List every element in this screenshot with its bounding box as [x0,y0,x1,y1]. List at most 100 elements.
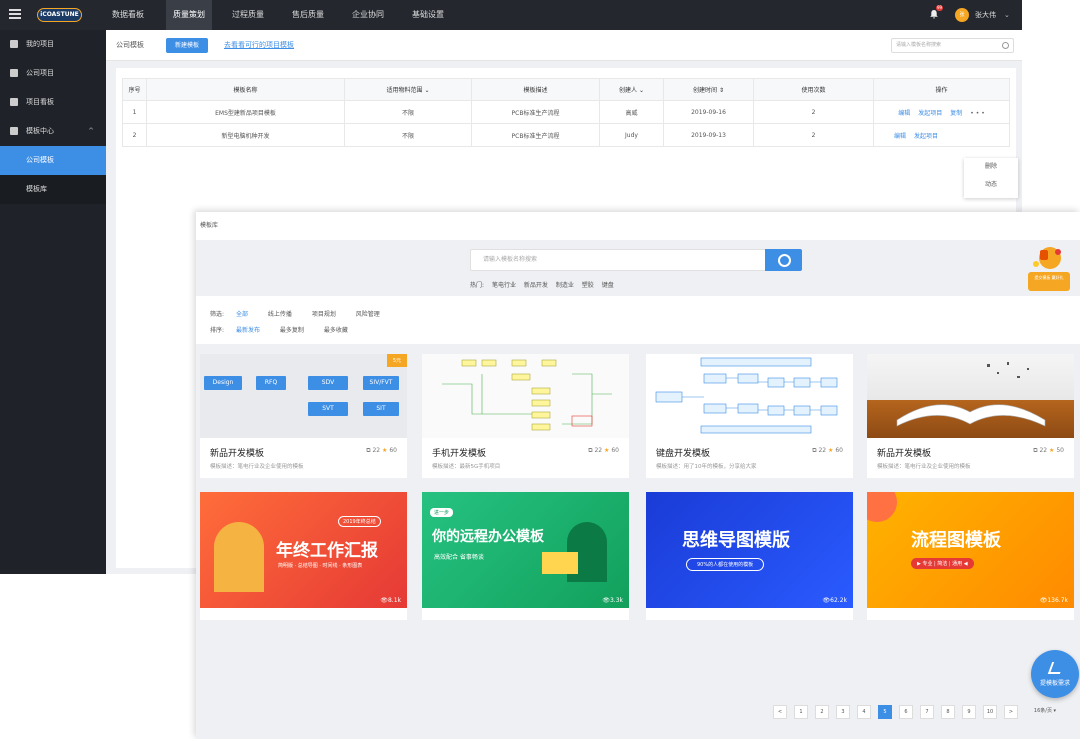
sidebar-item-label: 公司项目 [26,69,54,77]
page-button[interactable]: 8 [941,705,955,719]
next-page-button[interactable]: > [1004,705,1018,719]
sidebar-item-company-templates[interactable]: 公司模板 [0,146,106,175]
nav-basic-settings[interactable]: 基础设置 [412,0,448,30]
sidebar-item-label: 模板中心 [26,127,54,135]
page-button[interactable]: 9 [962,705,976,719]
template-banner[interactable]: 进一步 你的远程办公模板 高效配合 省事畅谈 👁3.3k [422,492,629,620]
banner-image: 思维导图模版 90%的人都在使用的模板 👁62.2k [646,492,853,608]
flowchart-image [655,357,838,434]
hot-tag[interactable]: 键盘 [602,282,614,289]
sidebar-item-label: 项目看板 [26,98,54,106]
hot-tag[interactable]: 笔电行业 [492,282,516,289]
banner-tag: 进一步 [430,508,454,517]
page-button[interactable]: 1 [794,705,808,719]
nav-aftersales-quality[interactable]: 售后质量 [292,0,328,30]
launch-link[interactable]: 发起项目 [914,133,938,140]
view-templates-link[interactable]: 去看看可行的项目模板 [224,30,294,61]
template-card[interactable]: 手机开发模板 ⧉ 22 ★ 60 模板描述：最新5G手机项目 [422,354,629,478]
more-menu: 删除 动态 [964,158,1018,198]
page-button[interactable]: 2 [815,705,829,719]
copy-link[interactable]: 复制 [950,110,962,117]
flow-node: SVT [308,402,348,416]
edit-link[interactable]: 编辑 [894,133,906,140]
decor-circle [867,492,897,522]
page-button[interactable]: 3 [836,705,850,719]
nav-enterprise-collab[interactable]: 企业协同 [352,0,388,30]
library-search-input[interactable]: 请输入模板名称搜索 [470,249,766,271]
menu-icon[interactable] [9,9,21,19]
price-tag: 5元 [386,354,407,367]
search-input[interactable]: 请输入模板名称搜索 [891,38,1014,53]
launch-link[interactable]: 发起项目 [918,110,942,117]
hot-tag[interactable]: 塑胶 [582,282,594,289]
hot-tag[interactable]: 新品开发 [524,282,548,289]
template-banner[interactable]: 思维导图模版 90%的人都在使用的模板 👁62.2k [646,492,853,620]
page-button-current[interactable]: 5 [878,705,892,719]
filter-option[interactable]: 项目规划 [312,309,336,318]
board-icon [10,98,18,106]
nav-quality-planning[interactable]: 质量策划 [166,0,212,30]
card-desc: 模板描述：用了10年的模板，分享给大家 [656,464,757,470]
cell: 高威 [599,100,664,124]
flow-node: SIV/FVT [363,376,399,390]
chevron-down-icon[interactable]: ⌄ [1004,0,1010,30]
page-button[interactable]: 4 [857,705,871,719]
template-banner[interactable]: 年终工作汇报 2019年终总结 简明版 · 总结导图 · 时间线 · 条形图表 … [200,492,407,620]
col-header[interactable]: 创建人 ⌄ [599,78,664,101]
card-stats: ⧉ 22 ★ 60 [812,447,843,454]
cell: 2019-09-16 [663,100,754,124]
filter-label: 筛选: [210,311,225,318]
new-template-button[interactable]: 新建模板 [166,38,208,53]
col-header-label: 适用物料范围 [386,87,423,94]
col-header: 模板描述 [471,78,600,101]
view-count: 👁136.7k [1039,597,1068,604]
avatar[interactable]: 张 [955,8,969,22]
sort-option[interactable]: 最多复制 [280,325,304,334]
cell: PCB标准生产流程 [471,123,600,147]
page-button[interactable]: 10 [983,705,997,719]
page-button[interactable]: 7 [920,705,934,719]
col-header: 使用次数 [753,78,874,101]
copy-count: 22 [1039,447,1048,454]
promo-badge[interactable]: 提交模板 赢好礼 [1026,244,1070,296]
sidebar-item-my-projects[interactable]: 我的项目 [0,30,106,59]
sidebar-item-project-board[interactable]: 项目看板 [0,88,106,117]
filter-option[interactable]: 全部 [236,309,248,318]
sort-option[interactable]: 最多收藏 [324,325,348,334]
library-search-area: 请输入模板名称搜索 热门: 笔电行业 新品开发 制造业 塑胶 键盘 提交模板 赢… [196,240,1080,296]
sidebar-item-template-center[interactable]: 模板中心 ^ [0,117,106,146]
col-header[interactable]: 创建时间 ⇕ [663,78,754,101]
col-header-label: 创建时间 [693,87,718,94]
nav-process-quality[interactable]: 过程质量 [232,0,268,30]
prev-page-button[interactable]: < [773,705,787,719]
sidebar-item-template-library[interactable]: 模板库 [0,175,106,204]
menu-item-activity[interactable]: 动态 [964,176,1018,194]
filter-option[interactable]: 风险管理 [356,309,380,318]
template-card[interactable]: Design RFQ SDV SIV/FVT SVT SIT 5元 新品开发模板… [200,354,407,478]
more-icon[interactable]: • • • [970,110,984,117]
per-page-select[interactable]: 16条/页 ▾ [1025,705,1065,719]
template-card[interactable]: 键盘开发模板 ⧉ 22 ★ 60 模板描述：用了10年的模板，分享给大家 [646,354,853,478]
logo: iCOASTUNE [37,8,82,22]
template-card[interactable]: 新品开发模板 ⧉ 22 ★ 50 模板描述：笔电行业及企业使用的模板 [867,354,1074,478]
filter-option[interactable]: 线上传播 [268,309,292,318]
search-icon[interactable] [1002,42,1009,49]
template-banner[interactable]: 流程图模板 ▶ 专业 | 简洁 | 通用 ◀ 👁136.7k [867,492,1074,620]
promo-label: 提交模板 赢好礼 [1028,272,1070,291]
col-header[interactable]: 适用物料范围 ⌄ [344,78,472,101]
card-title: 手机开发模板 [432,449,487,459]
sort-option[interactable]: 最新发布 [236,325,260,334]
nav-data-board[interactable]: 数据看板 [112,0,146,30]
menu-item-delete[interactable]: 删除 [964,158,1018,176]
flow-node: Design [204,376,242,390]
page-button[interactable]: 6 [899,705,913,719]
user-name[interactable]: 张大伟 [975,0,996,30]
hot-tag[interactable]: 制造业 [556,282,574,289]
sort-label: 排序: [210,327,225,334]
copy-count: 22 [818,447,827,454]
sidebar-item-company-projects[interactable]: 公司项目 [0,59,106,88]
request-template-button[interactable]: 提模板需求 [1031,650,1079,698]
edit-link[interactable]: 编辑 [898,110,910,117]
person-illustration [214,522,264,592]
search-button[interactable] [765,249,802,271]
